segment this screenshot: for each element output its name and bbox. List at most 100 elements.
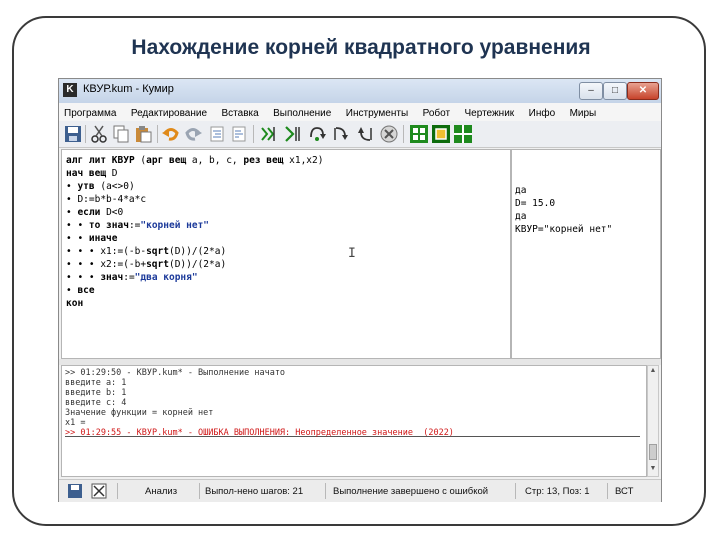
status-save-icon[interactable]: [65, 481, 85, 501]
code-text: (a<>0): [94, 181, 135, 192]
code-text: x1,x2): [283, 155, 324, 166]
kumir-app-icon: K: [63, 83, 77, 97]
run-icon[interactable]: [259, 124, 279, 144]
code-text: (D))/(2*a): [168, 246, 227, 257]
code-editor[interactable]: Ι алг лит КВУР (арг вещ a, b, c, рез вещ…: [61, 149, 511, 359]
menu-program[interactable]: Программа: [59, 105, 121, 119]
status-separator: [607, 483, 608, 499]
code-keyword: арг вещ: [146, 155, 187, 166]
unindent-icon[interactable]: [229, 124, 249, 144]
menu-worlds[interactable]: Миры: [565, 105, 602, 119]
code-text: D<0: [100, 207, 124, 218]
step-into-icon[interactable]: [331, 124, 351, 144]
status-result: Выполнение завершено с ошибкой: [333, 486, 489, 497]
variable-margin: да D= 15.0 да КВУР="корней нет": [511, 149, 661, 359]
maximize-button[interactable]: □: [603, 82, 627, 100]
code-line: • если D<0: [66, 206, 123, 219]
code-line: • все: [66, 284, 95, 297]
code-line: • утв (a<>0): [66, 180, 135, 193]
console-error-line: >> 01:29:55 - КВУР.kum* - ОШИБКА ВЫПОЛНЕ…: [65, 428, 454, 438]
code-text: •: [66, 285, 78, 296]
code-line: алг лит КВУР (арг вещ a, b, c, рез вещ x…: [66, 154, 323, 167]
menu-robot[interactable]: Робот: [418, 105, 455, 119]
console-scrollbar[interactable]: ▲ ▼: [647, 365, 659, 477]
code-keyword: все: [77, 285, 95, 296]
toolbar: [59, 121, 661, 148]
code-keyword: кон: [66, 298, 84, 309]
menu-info[interactable]: Инфо: [524, 105, 561, 119]
undo-icon[interactable]: [161, 124, 181, 144]
code-keyword: знач: [100, 272, 124, 283]
kumir-window: K КВУР.kum - Кумир – □ ✕ Программа Редак…: [58, 78, 662, 502]
console-line: введите b: 1: [65, 388, 127, 398]
code-keyword: алг: [66, 155, 89, 166]
code-text: :=: [123, 272, 135, 283]
minimize-button[interactable]: –: [579, 82, 603, 100]
menu-run[interactable]: Выполнение: [268, 105, 336, 119]
status-separator: [515, 483, 516, 499]
draftsman-window-icon[interactable]: [453, 124, 473, 144]
code-text: • • •: [66, 272, 101, 283]
code-text: • •: [66, 220, 89, 231]
code-keyword: КВУР: [111, 155, 135, 166]
code-keyword: sqrt: [146, 259, 169, 270]
step-out-icon[interactable]: [355, 124, 375, 144]
scroll-up-icon[interactable]: ▲: [649, 367, 657, 377]
margin-value: да: [515, 185, 527, 196]
text-cursor-icon: Ι: [348, 246, 356, 261]
close-button[interactable]: ✕: [627, 82, 659, 100]
code-line: кон: [66, 297, 83, 310]
slide-title: Нахождение корней квадратного уравнения: [131, 36, 591, 59]
menu-insert[interactable]: Вставка: [217, 105, 264, 119]
code-keyword: sqrt: [146, 246, 169, 257]
redo-icon[interactable]: [183, 124, 203, 144]
code-text: • • • x2:=(-b+: [66, 259, 147, 270]
code-text: :=: [128, 220, 141, 231]
stop-icon[interactable]: [379, 124, 399, 144]
toolbar-separator: [403, 125, 404, 143]
code-keyword: то знач: [88, 220, 129, 231]
code-keyword: нач: [66, 168, 89, 179]
code-line: • D:=b*b-4*a*c: [66, 193, 146, 206]
code-text: •: [66, 181, 78, 192]
margin-value: КВУР="корней нет": [515, 224, 613, 235]
robot-field-icon[interactable]: [431, 124, 451, 144]
code-text: (: [134, 155, 147, 166]
status-close-icon[interactable]: [89, 481, 109, 501]
save-icon[interactable]: [63, 124, 83, 144]
status-separator: [325, 483, 326, 499]
indent-icon[interactable]: [207, 124, 227, 144]
code-string: "два корня": [134, 272, 198, 283]
console-line: введите c: 4: [65, 398, 127, 408]
step-icon[interactable]: [283, 124, 303, 144]
scroll-down-icon[interactable]: ▼: [649, 465, 657, 475]
status-insert-mode: ВСТ: [615, 486, 634, 497]
output-console[interactable]: >> 01:29:50 - КВУР.kum* - Выполнение нач…: [61, 365, 647, 477]
console-line: x1 =: [65, 418, 86, 428]
copy-icon[interactable]: [111, 124, 131, 144]
code-line: • • • x2:=(-b+sqrt(D))/(2*a): [66, 258, 226, 271]
menu-bar: Программа Редактирование Вставка Выполне…: [59, 103, 661, 121]
code-keyword: вещ: [88, 168, 107, 179]
code-keyword: рез вещ: [243, 155, 284, 166]
console-line: введите a: 1: [65, 378, 127, 388]
code-text: •: [66, 207, 78, 218]
window-title: КВУР.kum - Кумир: [83, 83, 174, 95]
robot-window-icon[interactable]: [409, 124, 429, 144]
margin-value: да: [515, 211, 527, 222]
paste-icon[interactable]: [133, 124, 153, 144]
code-keyword: иначе: [88, 233, 118, 244]
scroll-thumb[interactable]: [649, 444, 657, 460]
step-over-icon[interactable]: [307, 124, 327, 144]
cut-icon[interactable]: [89, 124, 109, 144]
margin-value: D= 15.0: [515, 198, 556, 209]
menu-draftsman[interactable]: Чертежник: [460, 105, 520, 119]
code-text: a, b, c,: [186, 155, 244, 166]
code-text: D: [106, 168, 118, 179]
code-keyword: если: [77, 207, 101, 218]
menu-edit[interactable]: Редактирование: [126, 105, 212, 119]
code-text: • D:=b*b-4*a*c: [66, 194, 147, 205]
menu-tools[interactable]: Инструменты: [341, 105, 413, 119]
code-line: нач вещ D: [66, 167, 118, 180]
status-steps: Выпол-нено шагов: 21: [205, 486, 304, 497]
